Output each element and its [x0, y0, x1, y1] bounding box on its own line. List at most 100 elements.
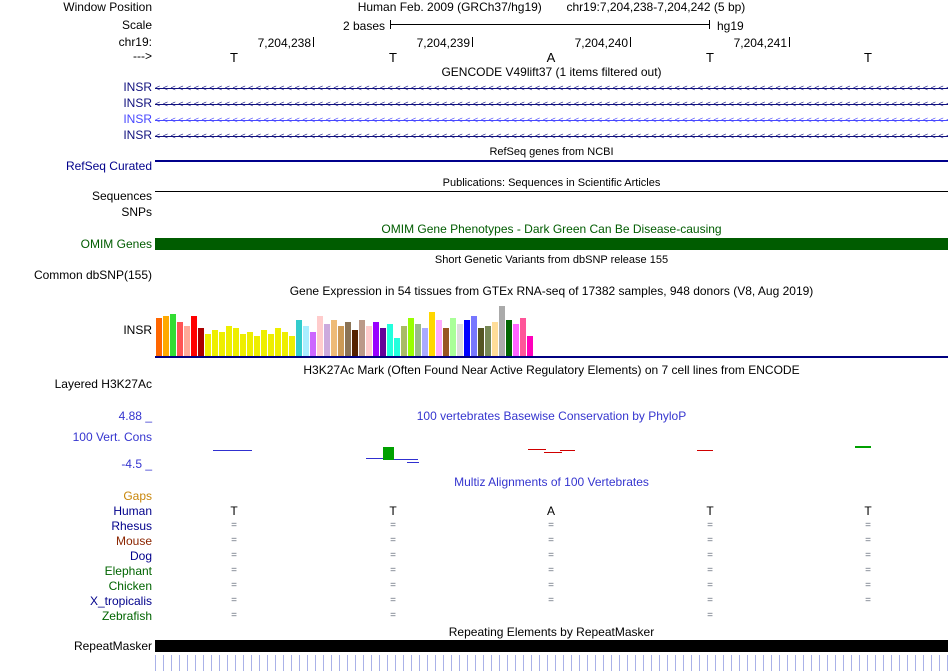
gtex-tissue-bar[interactable] — [240, 334, 246, 356]
track-label-gencode-insr[interactable]: INSR — [0, 97, 152, 110]
multiz-species-label[interactable]: Rhesus — [0, 520, 152, 533]
gtex-tissue-bar[interactable] — [310, 332, 316, 356]
gtex-tissue-bar[interactable] — [219, 332, 225, 356]
multiz-alignment-mark: = — [390, 564, 396, 577]
gtex-tissue-bar[interactable] — [303, 326, 309, 356]
track-label-100-vert-cons[interactable]: 100 Vert. Cons — [0, 431, 152, 444]
gtex-tissue-bar[interactable] — [331, 320, 337, 356]
gtex-tissue-bar[interactable] — [499, 306, 505, 356]
track-label-snps[interactable]: SNPs — [0, 206, 152, 219]
gtex-tissue-bar[interactable] — [359, 320, 365, 356]
gtex-tissue-bar[interactable] — [366, 326, 372, 356]
gtex-tissue-bar[interactable] — [387, 324, 393, 356]
gencode-transcript-line[interactable]: <<<<<<<<<<<<<<<<<<<<<<<<<<<<<<<<<<<<<<<<… — [155, 130, 948, 142]
multiz-species-label[interactable]: Chicken — [0, 580, 152, 593]
base-position-guidelines — [155, 655, 948, 671]
track-title-dbsnp[interactable]: Short Genetic Variants from dbSNP releas… — [155, 254, 948, 267]
track-title-refseq[interactable]: RefSeq genes from NCBI — [155, 146, 948, 159]
gtex-tissue-bar[interactable] — [443, 328, 449, 356]
track-label-common-dbsnp[interactable]: Common dbSNP(155) — [0, 269, 152, 282]
gtex-tissue-bar[interactable] — [338, 326, 344, 356]
multiz-alignment-mark: = — [707, 579, 713, 592]
gtex-tissue-bar[interactable] — [422, 328, 428, 356]
gtex-tissue-bar[interactable] — [226, 326, 232, 356]
gtex-tissue-bar[interactable] — [464, 320, 470, 356]
multiz-species-label[interactable]: Human — [0, 505, 152, 518]
track-label-omim-genes[interactable]: OMIM Genes — [0, 238, 152, 251]
track-label-h3k27ac[interactable]: Layered H3K27Ac — [0, 378, 152, 391]
gtex-tissue-bar[interactable] — [317, 316, 323, 356]
gtex-tissue-bar[interactable] — [506, 320, 512, 356]
track-title-repeatmasker[interactable]: Repeating Elements by RepeatMasker — [155, 626, 948, 639]
gtex-tissue-bar[interactable] — [492, 322, 498, 356]
multiz-species-label[interactable]: X_tropicalis — [0, 595, 152, 608]
gtex-tissue-bar[interactable] — [198, 328, 204, 356]
publications-sequence-item[interactable] — [155, 191, 948, 192]
gtex-tissue-bar[interactable] — [170, 314, 176, 356]
multiz-species-label[interactable]: Gaps — [0, 490, 152, 503]
gtex-tissue-bar[interactable] — [373, 322, 379, 356]
track-title-gencode[interactable]: GENCODE V49lift37 (1 items filtered out) — [155, 66, 948, 79]
gtex-tissue-bar[interactable] — [527, 336, 533, 356]
gtex-tissue-bar[interactable] — [296, 320, 302, 356]
gtex-tissue-bar[interactable] — [520, 318, 526, 356]
gtex-tissue-bar[interactable] — [352, 330, 358, 356]
multiz-species-label[interactable]: Zebrafish — [0, 610, 152, 623]
gtex-tissue-bar[interactable] — [457, 324, 463, 356]
gtex-tissue-bar[interactable] — [485, 326, 491, 356]
track-title-publications[interactable]: Publications: Sequences in Scientific Ar… — [155, 177, 948, 190]
gtex-tissue-bar[interactable] — [177, 322, 183, 356]
gtex-tissue-bar[interactable] — [408, 318, 414, 356]
gtex-tissue-bar[interactable] — [415, 324, 421, 356]
gtex-tissue-bar[interactable] — [380, 328, 386, 356]
gtex-tissue-bar[interactable] — [345, 322, 351, 356]
gtex-tissue-bar[interactable] — [275, 328, 281, 356]
gtex-tissue-bar[interactable] — [450, 318, 456, 356]
track-title-gtex[interactable]: Gene Expression in 54 tissues from GTEx … — [155, 285, 948, 298]
track-label-refseq-curated[interactable]: RefSeq Curated — [0, 160, 152, 173]
gtex-tissue-bar[interactable] — [268, 334, 274, 356]
gtex-tissue-bar[interactable] — [184, 326, 190, 356]
track-label-repeatmasker[interactable]: RepeatMasker — [0, 640, 152, 653]
gtex-tissue-bar[interactable] — [254, 336, 260, 356]
gtex-tissue-bar[interactable] — [478, 328, 484, 356]
gtex-tissue-bar[interactable] — [394, 338, 400, 356]
track-title-h3k27ac[interactable]: H3K27Ac Mark (Often Found Near Active Re… — [155, 364, 948, 377]
multiz-species-label[interactable]: Elephant — [0, 565, 152, 578]
gtex-tissue-bar[interactable] — [191, 316, 197, 356]
gtex-tissue-bar[interactable] — [156, 318, 162, 356]
gtex-tissue-bar[interactable] — [282, 332, 288, 356]
gtex-tissue-bar[interactable] — [513, 324, 519, 356]
phylop-conservation-mark — [394, 459, 418, 460]
repeatmasker-item[interactable] — [155, 640, 948, 652]
omim-gene-item[interactable] — [155, 238, 948, 250]
track-label-gtex-gene[interactable]: INSR — [0, 324, 152, 337]
track-title-omim[interactable]: OMIM Gene Phenotypes - Dark Green Can Be… — [155, 223, 948, 236]
track-title-phylop[interactable]: 100 vertebrates Basewise Conservation by… — [155, 410, 948, 423]
track-label-gencode-insr[interactable]: INSR — [0, 113, 152, 126]
gencode-transcript-line[interactable]: <<<<<<<<<<<<<<<<<<<<<<<<<<<<<<<<<<<<<<<<… — [155, 82, 948, 94]
gtex-tissue-bar[interactable] — [233, 328, 239, 356]
track-label-gencode-insr[interactable]: INSR — [0, 81, 152, 94]
track-label-gencode-insr[interactable]: INSR — [0, 129, 152, 142]
gencode-transcript-line[interactable]: <<<<<<<<<<<<<<<<<<<<<<<<<<<<<<<<<<<<<<<<… — [155, 114, 948, 126]
multiz-human-base: T — [230, 505, 237, 518]
gtex-tissue-bar[interactable] — [436, 320, 442, 356]
multiz-species-label[interactable]: Dog — [0, 550, 152, 563]
gtex-tissue-bar[interactable] — [261, 330, 267, 356]
gtex-tissue-bar[interactable] — [471, 316, 477, 356]
gencode-transcript-line[interactable]: <<<<<<<<<<<<<<<<<<<<<<<<<<<<<<<<<<<<<<<<… — [155, 98, 948, 110]
refseq-gene-item[interactable] — [155, 160, 948, 162]
gtex-tissue-bar[interactable] — [205, 334, 211, 356]
gtex-tissue-bar[interactable] — [212, 330, 218, 356]
gtex-tissue-bar[interactable] — [247, 332, 253, 356]
gtex-tissue-bar[interactable] — [429, 312, 435, 356]
gtex-tissue-bar[interactable] — [401, 326, 407, 356]
multiz-species-label[interactable]: Mouse — [0, 535, 152, 548]
gtex-tissue-bar[interactable] — [163, 316, 169, 356]
gtex-tissue-bar[interactable] — [289, 336, 295, 356]
track-title-multiz[interactable]: Multiz Alignments of 100 Vertebrates — [155, 476, 948, 489]
track-label-sequences[interactable]: Sequences — [0, 190, 152, 203]
gtex-tissue-bar[interactable] — [324, 324, 330, 356]
gtex-bar-chart[interactable] — [156, 304, 535, 356]
